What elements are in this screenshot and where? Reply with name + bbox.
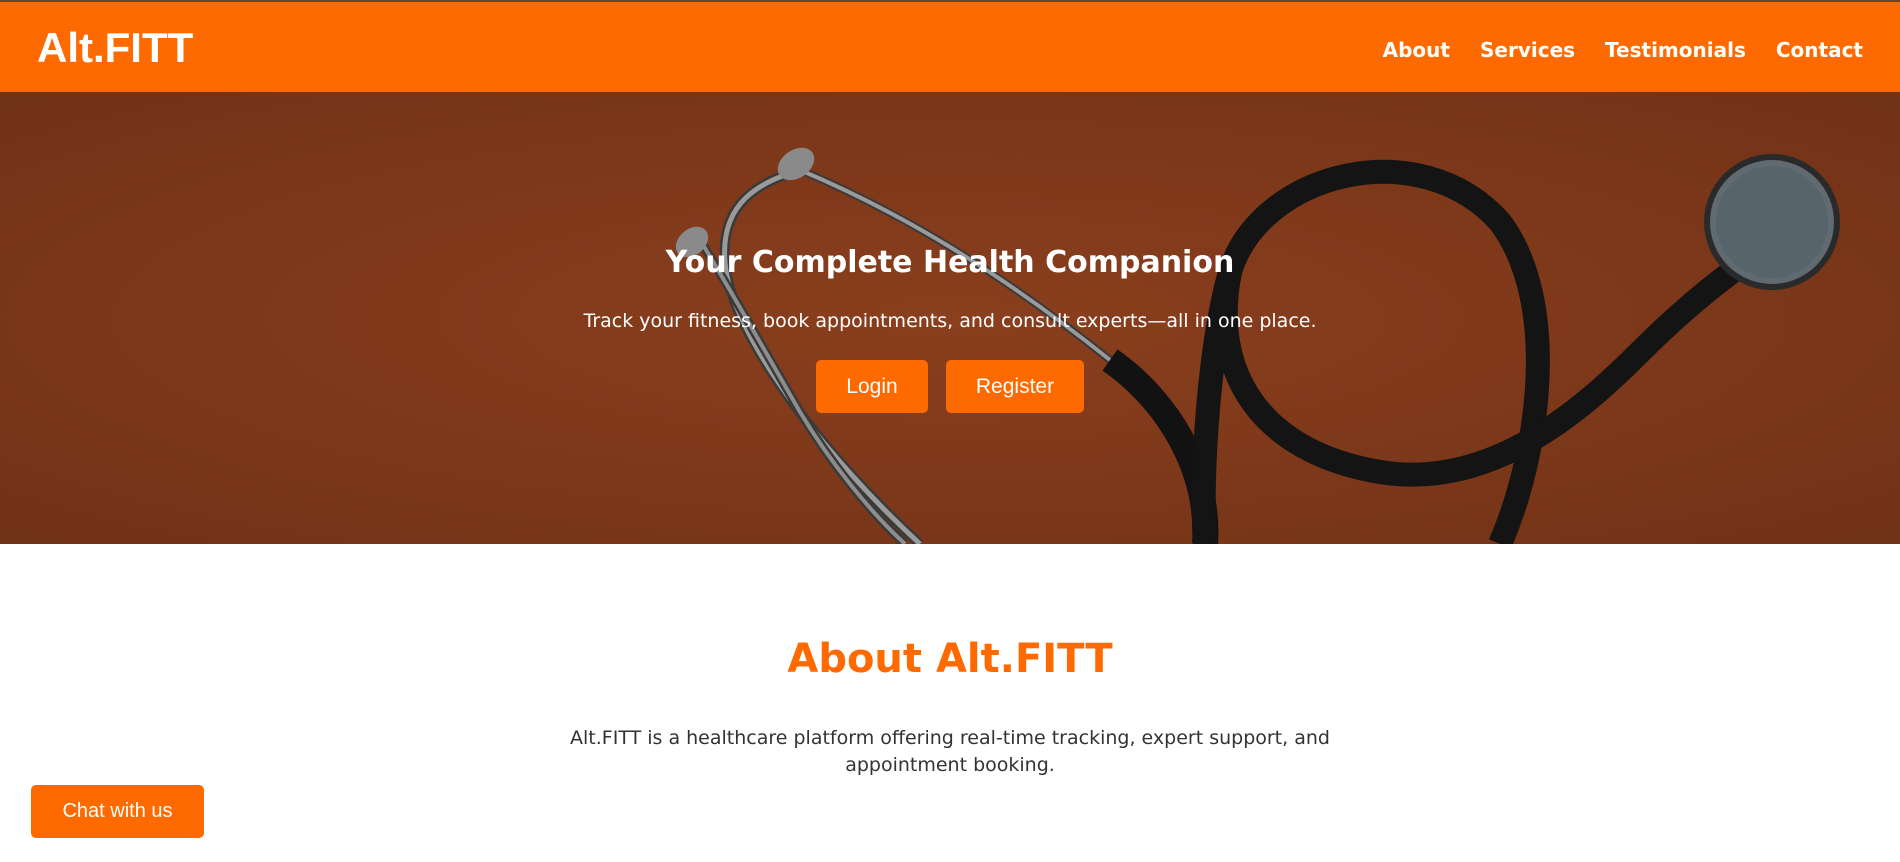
register-button[interactable]: Register [946,360,1084,413]
site-logo[interactable]: Alt.FITT [37,24,193,72]
nav-link-about[interactable]: About [1383,38,1450,62]
main-nav: About Services Testimonials Contact [1383,38,1863,62]
hero-subtitle: Track your fitness, book appointments, a… [583,310,1317,332]
hero-title: Your Complete Health Companion [665,245,1235,280]
nav-link-contact[interactable]: Contact [1776,38,1863,62]
hero-buttons: Login Register [0,360,1900,413]
about-title: About Alt.FITT [787,636,1113,682]
login-button[interactable]: Login [816,360,928,413]
hero-section: Your Complete Health Companion Track you… [0,92,1900,544]
nav-link-services[interactable]: Services [1480,38,1575,62]
top-navbar: Alt.FITT About Services Testimonials Con… [0,0,1900,92]
about-text: Alt.FITT is a healthcare platform offeri… [570,727,1330,776]
nav-link-testimonials[interactable]: Testimonials [1605,38,1746,62]
chat-button[interactable]: Chat with us [31,785,204,838]
